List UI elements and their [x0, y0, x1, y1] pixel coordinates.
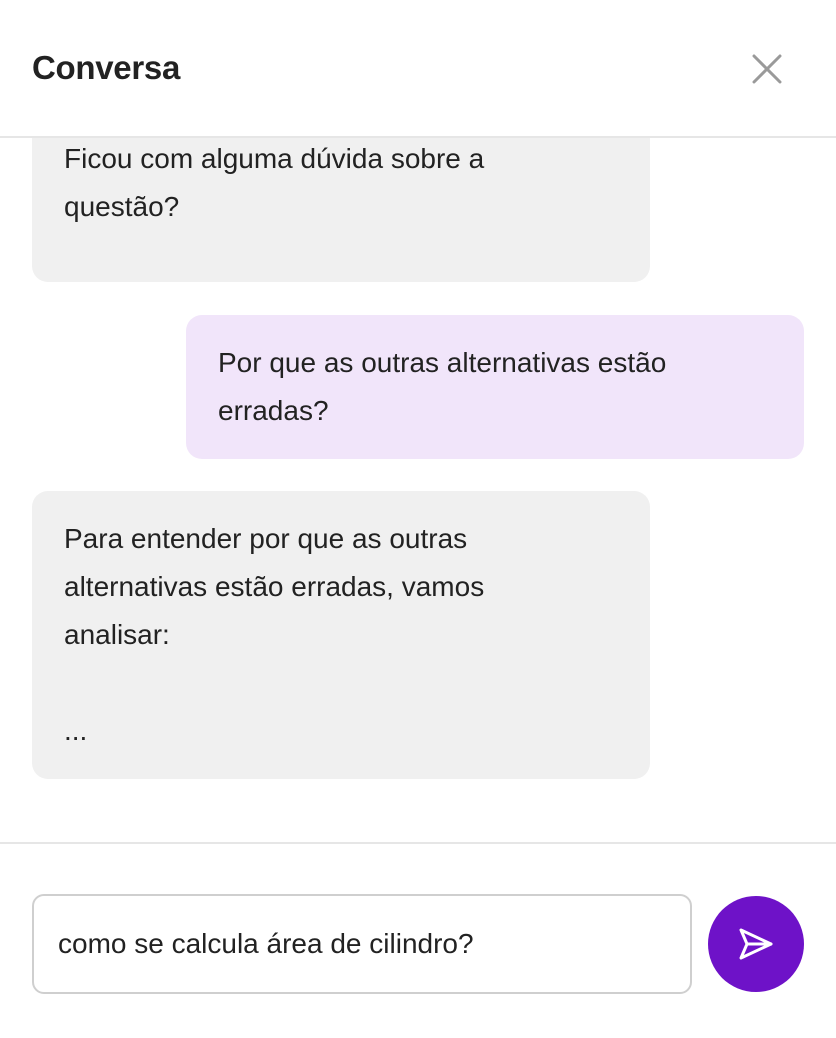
message-text: Por que as outras alternativas estão err…	[218, 347, 667, 426]
send-button[interactable]	[708, 896, 804, 992]
message-text: Ficou com alguma dúvida sobre a questão?	[64, 143, 485, 222]
send-icon	[739, 928, 773, 960]
user-message: Por que as outras alternativas estão err…	[186, 315, 804, 459]
composer	[0, 842, 836, 1038]
chat-header: Conversa	[0, 0, 836, 138]
message-list[interactable]: Ficou com alguma dúvida sobre a questão?…	[0, 138, 836, 842]
close-icon	[752, 54, 782, 84]
message-text: Para entender por que as outras alternat…	[64, 523, 485, 746]
bot-message: Ficou com alguma dúvida sobre a questão?	[32, 138, 650, 282]
page-title: Conversa	[32, 49, 181, 86]
message-input[interactable]	[32, 894, 692, 994]
bot-message: Para entender por que as outras alternat…	[32, 491, 650, 779]
close-button[interactable]	[744, 46, 790, 92]
